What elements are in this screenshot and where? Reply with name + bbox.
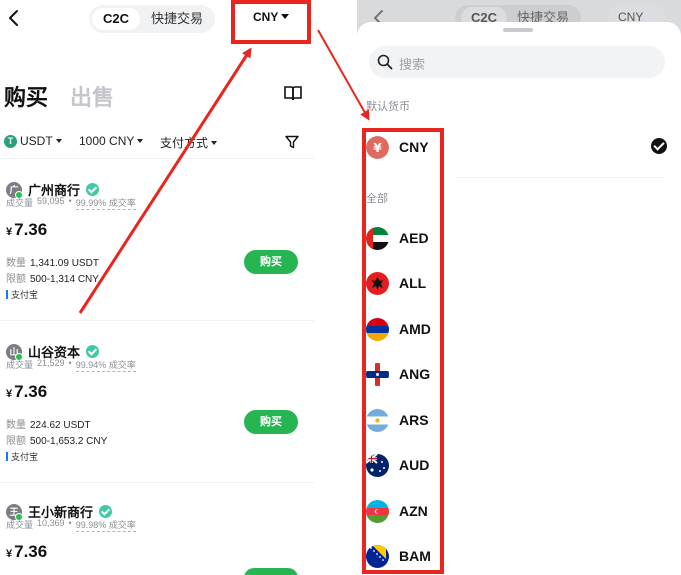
payment-filter[interactable]: 支付方式 bbox=[160, 134, 218, 151]
merchant-stats: 成交量 21,529 • 99.94% 成交率 bbox=[6, 358, 136, 372]
buy-button[interactable]: 购买 bbox=[244, 410, 298, 434]
quantity-label: 数量 bbox=[6, 258, 26, 269]
volume-label: 成交量 bbox=[6, 198, 34, 208]
ad-price: ¥7.36 bbox=[6, 542, 47, 562]
quantity-value: 1,341.09 USDT bbox=[30, 258, 99, 269]
search-placeholder: 搜索 bbox=[399, 57, 426, 72]
alipay-marker-icon bbox=[6, 452, 8, 461]
currency-symbol: ¥ bbox=[6, 388, 13, 400]
guide-book-icon[interactable] bbox=[284, 85, 302, 101]
highlight-box-currency bbox=[231, 0, 311, 44]
buy-button[interactable] bbox=[244, 568, 298, 575]
price-value: 7.36 bbox=[14, 220, 48, 239]
currency-symbol: ¥ bbox=[6, 548, 13, 560]
quantity-row: 数量 1,341.09 USDT bbox=[6, 254, 99, 269]
limit-value: 500-1,314 CNY bbox=[30, 274, 99, 285]
back-icon[interactable] bbox=[6, 8, 22, 28]
limit-row: 限额 500-1,653.2 CNY bbox=[6, 432, 107, 447]
verified-badge-icon bbox=[86, 345, 100, 358]
caret-down-icon bbox=[211, 140, 218, 145]
volume-value: 59,095 bbox=[37, 196, 65, 206]
ad-price: ¥7.36 bbox=[6, 382, 47, 402]
volume-label: 成交量 bbox=[6, 520, 34, 530]
drag-handle[interactable] bbox=[503, 28, 533, 32]
quantity-value: 224.62 USDT bbox=[30, 420, 91, 431]
ad-card: 王 王小新商行 成交量 10,369 • 99.98% 成交率 ¥7.36 bbox=[0, 502, 314, 575]
c2c-market-screen: C2C 快捷交易 CNY 购买 出售 T USDT 1000 CNY 支付方式 bbox=[0, 0, 314, 575]
trade-mode-segment: C2C 快捷交易 bbox=[89, 5, 215, 33]
quantity-row: 数量 224.62 USDT bbox=[6, 416, 91, 431]
tab-quick-trade[interactable]: 快捷交易 bbox=[151, 8, 203, 30]
ad-card: 广 广州商行 成交量 59,095 • 99.99% 成交率 ¥7.36 数量 1… bbox=[0, 180, 314, 320]
alipay-marker-icon bbox=[6, 290, 8, 299]
volume-value: 10,369 bbox=[37, 518, 65, 528]
price-value: 7.36 bbox=[14, 382, 48, 401]
merchant-stats: 成交量 59,095 • 99.99% 成交率 bbox=[6, 196, 136, 210]
amount-filter-label: 1000 CNY bbox=[79, 134, 135, 148]
limit-row: 限额 500-1,314 CNY bbox=[6, 270, 99, 285]
price-value: 7.36 bbox=[14, 542, 48, 561]
limit-label: 限额 bbox=[6, 274, 26, 285]
completion-rate: 99.98% 成交率 bbox=[75, 520, 136, 532]
tab-buy[interactable]: 购买 bbox=[4, 80, 48, 112]
dot-separator: • bbox=[68, 196, 72, 206]
volume-label: 成交量 bbox=[6, 360, 34, 370]
default-currency-label: 默认货币 bbox=[366, 101, 410, 113]
dot-separator: • bbox=[68, 518, 72, 528]
filter-icon[interactable] bbox=[285, 135, 299, 149]
divider bbox=[0, 320, 314, 321]
quantity-label: 数量 bbox=[6, 420, 26, 431]
merchant-stats: 成交量 10,369 • 99.98% 成交率 bbox=[6, 518, 136, 532]
tab-c2c[interactable]: C2C bbox=[92, 8, 140, 30]
asset-filter[interactable]: T USDT bbox=[4, 134, 62, 148]
payment-method: 支付宝 bbox=[6, 288, 38, 301]
volume-value: 21,529 bbox=[37, 358, 65, 368]
divider bbox=[457, 177, 663, 178]
search-icon bbox=[377, 54, 393, 70]
verified-badge-icon bbox=[99, 505, 113, 518]
highlight-box-currency-list bbox=[362, 128, 444, 574]
ad-price: ¥7.36 bbox=[6, 220, 47, 240]
payment-filter-label: 支付方式 bbox=[160, 136, 209, 150]
limit-value: 500-1,653.2 CNY bbox=[30, 436, 108, 447]
divider bbox=[0, 482, 314, 483]
completion-rate: 99.99% 成交率 bbox=[75, 198, 136, 210]
payment-method: 支付宝 bbox=[6, 450, 38, 463]
tether-icon: T bbox=[4, 134, 17, 148]
caret-down-icon bbox=[137, 139, 144, 143]
divider bbox=[0, 158, 314, 159]
filter-bar: T USDT 1000 CNY 支付方式 bbox=[0, 132, 314, 154]
payment-method-label: 支付宝 bbox=[11, 290, 39, 300]
verified-badge-icon bbox=[86, 183, 100, 196]
payment-method-label: 支付宝 bbox=[11, 452, 39, 462]
buy-button[interactable]: 购买 bbox=[244, 250, 298, 274]
dot-separator: • bbox=[68, 358, 72, 368]
tab-sell[interactable]: 出售 bbox=[70, 80, 114, 112]
selected-check-icon bbox=[651, 138, 667, 154]
currency-symbol: ¥ bbox=[6, 226, 13, 238]
ad-card: 山 山谷资本 成交量 21,529 • 99.94% 成交率 ¥7.36 数量 2… bbox=[0, 342, 314, 482]
amount-filter[interactable]: 1000 CNY bbox=[79, 134, 144, 148]
caret-down-icon bbox=[55, 139, 62, 143]
completion-rate: 99.94% 成交率 bbox=[75, 360, 136, 372]
asset-filter-label: USDT bbox=[20, 134, 53, 148]
search-input[interactable]: 搜索 bbox=[369, 46, 665, 78]
limit-label: 限额 bbox=[6, 436, 26, 447]
